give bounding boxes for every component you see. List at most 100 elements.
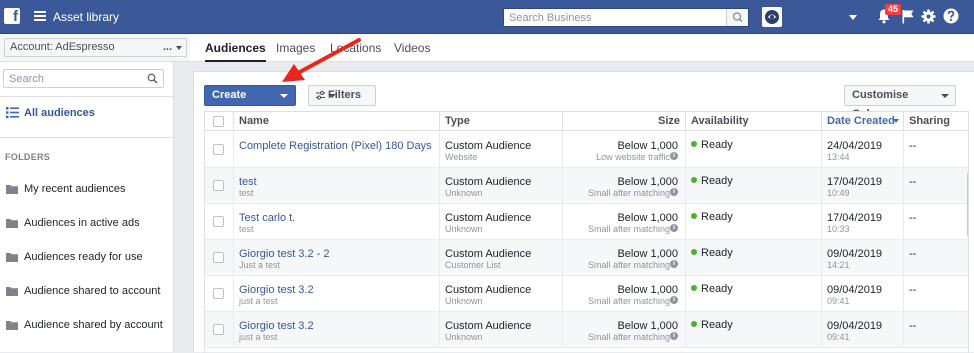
audience-type: Custom Audience <box>445 140 532 152</box>
name-cell: test test <box>233 168 439 204</box>
availability-status: Ready <box>701 247 733 259</box>
info-icon[interactable]: i <box>670 152 678 160</box>
audience-size-note: Small after matching <box>587 224 670 234</box>
column-header-size[interactable]: Size <box>562 112 685 131</box>
status-dot-icon <box>691 249 697 255</box>
sharing-status: -- <box>909 248 917 260</box>
table-row[interactable]: Giorgio test 3.2 just a test Custom Audien… <box>205 312 968 348</box>
info-icon[interactable]: i <box>670 296 678 304</box>
tab-images[interactable]: Images <box>276 41 315 62</box>
availability-cell: Ready <box>685 276 821 312</box>
search-business-input[interactable] <box>504 9 719 26</box>
size-cell: Below 1,000 Small after matching i <box>562 240 685 276</box>
chevron-down-icon <box>328 94 336 98</box>
size-cell: Below 1,000 Small after matching i <box>562 276 685 312</box>
row-checkbox[interactable] <box>213 288 224 299</box>
date-created: 09/04/2019 <box>827 284 883 296</box>
table-row[interactable]: Giorgio test 3.2 just a test Custom Audien… <box>205 276 968 312</box>
column-header-sharing[interactable]: Sharing <box>903 112 968 131</box>
info-icon[interactable]: i <box>670 260 678 268</box>
menu-icon[interactable] <box>34 11 46 21</box>
audience-subtype: Customer List <box>445 260 501 270</box>
audience-size: Below 1,000 <box>617 140 678 152</box>
tab-audiences[interactable]: Audiences <box>205 41 266 62</box>
info-icon[interactable]: i <box>670 188 678 196</box>
row-checkbox[interactable] <box>213 252 224 263</box>
availability-status: Ready <box>701 283 733 295</box>
date-created: 24/04/2019 <box>827 140 883 152</box>
info-icon[interactable]: i <box>670 224 678 232</box>
audience-description: test <box>239 188 254 198</box>
checkbox-cell <box>205 168 233 204</box>
sidebar: All audiences FOLDERS My recent audience… <box>0 62 174 352</box>
column-header-label: Date Created <box>827 115 895 127</box>
column-header-date-created[interactable]: Date Created <box>821 112 903 131</box>
chevron-down-icon <box>280 94 288 98</box>
avatar[interactable] <box>762 7 782 27</box>
sharing-cell: -- <box>903 312 968 348</box>
folder-icon <box>6 253 18 262</box>
audience-name-link[interactable]: Giorgio test 3.2 - 2 <box>239 248 330 260</box>
date-created: 17/04/2019 <box>827 176 883 188</box>
column-header-name[interactable]: Name <box>233 112 439 131</box>
table-row[interactable]: Test carlo t. test Custom Audience Unknown B… <box>205 204 968 240</box>
audience-name-link[interactable]: Giorgio test 3.2 <box>239 284 314 296</box>
audience-subtype: Unknown <box>445 332 483 342</box>
size-cell: Below 1,000 Small after matching i <box>562 204 685 240</box>
app-title: Asset library <box>53 10 120 24</box>
availability-cell: Ready <box>685 168 821 204</box>
search-button[interactable] <box>726 9 748 26</box>
audience-name-link[interactable]: Giorgio test 3.2 <box>239 320 314 332</box>
select-all-checkbox[interactable] <box>213 116 224 127</box>
row-checkbox[interactable] <box>213 324 224 335</box>
date-cell: 09/04/2019 09:41 <box>821 276 903 312</box>
time-created: 14:21 <box>827 260 850 270</box>
audience-name-link[interactable]: Complete Registration (Pixel) 180 Days <box>239 140 432 152</box>
name-cell: Giorgio test 3.2 just a test <box>233 276 439 312</box>
sharing-status: -- <box>909 212 917 224</box>
account-menu-chevron-down-icon[interactable] <box>849 15 857 20</box>
name-cell: Giorgio test 3.2 just a test <box>233 312 439 348</box>
type-cell: Custom Audience Website <box>439 132 562 168</box>
folder-icon <box>6 185 18 194</box>
tab-videos[interactable]: Videos <box>394 41 430 62</box>
audience-name-link[interactable]: Test carlo t. <box>239 212 295 224</box>
date-cell: 24/04/2019 13:44 <box>821 132 903 168</box>
name-cell: Test carlo t. test <box>233 204 439 240</box>
date-cell: 17/04/2019 10:33 <box>821 204 903 240</box>
filters-button[interactable]: Filters <box>308 85 376 106</box>
row-checkbox[interactable] <box>213 216 224 227</box>
sidebar-item-label: Audiences in active ads <box>24 217 140 229</box>
table-row[interactable]: Complete Registration (Pixel) 180 Days Cu… <box>205 132 968 168</box>
name-cell: Giorgio test 3.2 - 2 Just a test <box>233 240 439 276</box>
table-row[interactable]: test test Custom Audience Unknown Below 1,00… <box>205 168 968 204</box>
column-header-availability[interactable]: Availability <box>685 112 821 131</box>
create-audience-button[interactable]: Create Audience <box>204 85 296 120</box>
flag-icon[interactable] <box>901 9 915 24</box>
sidebar-search-input[interactable] <box>4 70 139 87</box>
row-checkbox[interactable] <box>213 144 224 155</box>
status-dot-icon <box>691 213 697 219</box>
sidebar-item-label: Audiences ready for use <box>24 251 143 263</box>
sharing-cell: -- <box>903 132 968 168</box>
time-created: 10:49 <box>827 188 850 198</box>
audience-subtype: Website <box>445 152 478 162</box>
help-icon[interactable] <box>943 8 959 24</box>
gear-icon[interactable] <box>921 9 936 24</box>
row-checkbox[interactable] <box>213 180 224 191</box>
column-header-type[interactable]: Type <box>439 112 562 131</box>
time-created: 10:33 <box>827 224 850 234</box>
tab-locations[interactable]: Locations <box>330 41 381 62</box>
audience-description: just a test <box>239 296 278 306</box>
select-all-cell <box>205 112 233 131</box>
audience-subtype: Unknown <box>445 296 483 306</box>
account-selector[interactable]: Account: AdEspresso ... <box>4 38 187 57</box>
customise-columns-button[interactable]: Customise Columns <box>844 85 956 120</box>
table-row[interactable]: Giorgio test 3.2 - 2 Just a test Custom Au… <box>205 240 968 276</box>
folder-icon <box>6 219 18 228</box>
facebook-logo-icon[interactable]: f <box>4 8 20 25</box>
info-icon[interactable]: i <box>670 332 678 340</box>
audience-name-link[interactable]: test <box>239 176 257 188</box>
audience-subtype: Unknown <box>445 224 483 234</box>
table-scrollbar[interactable] <box>967 172 968 237</box>
